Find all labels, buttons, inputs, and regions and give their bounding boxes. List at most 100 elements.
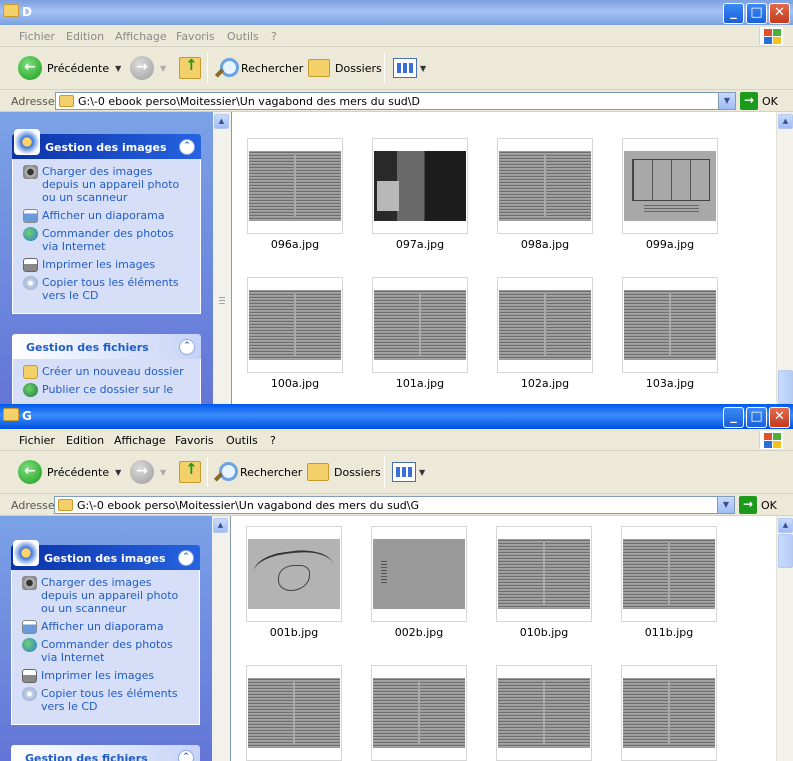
scroll-up-icon[interactable]: ▲: [778, 114, 793, 129]
close-button[interactable]: ✕: [769, 3, 790, 24]
address-label: Adresse: [11, 499, 55, 512]
maximize-button[interactable]: □: [746, 407, 767, 428]
file-thumbnail[interactable]: 096a.jpg: [247, 138, 343, 251]
task-new-folder[interactable]: Créer un nouveau dossier: [21, 365, 192, 379]
file-thumbnail[interactable]: 100a.jpg: [247, 277, 343, 390]
scroll-up-icon[interactable]: ▲: [778, 518, 793, 533]
collapse-icon[interactable]: ⌃: [178, 750, 194, 761]
minimize-button[interactable]: _: [723, 3, 744, 24]
image-tasks-title: Gestion des images: [45, 141, 167, 154]
up-folder-button[interactable]: [179, 55, 201, 81]
folders-button[interactable]: Dossiers: [307, 459, 381, 485]
scroll-up-icon[interactable]: ▲: [214, 114, 229, 129]
chevron-down-icon[interactable]: ▼: [115, 64, 121, 73]
file-tasks-title: Gestion des fichiers: [26, 341, 149, 354]
maximize-button[interactable]: □: [746, 3, 767, 24]
menu-favoris[interactable]: Favoris: [176, 30, 215, 43]
task-publish[interactable]: Publier ce dossier sur le: [21, 383, 192, 397]
file-thumbnail[interactable]: 099a.jpg: [622, 138, 718, 251]
folder-icon: [58, 499, 73, 511]
task-import-camera[interactable]: Charger des images depuis un appareil ph…: [21, 165, 192, 204]
chevron-down-icon[interactable]: ▼: [160, 64, 166, 73]
task-pane-scrollbar[interactable]: ▲: [213, 112, 231, 404]
task-slideshow[interactable]: Afficher un diaporama: [20, 620, 191, 634]
task-copy-cd[interactable]: Copier tous les éléments vers le CD: [21, 276, 192, 302]
thumbnail-image: [623, 539, 715, 609]
file-thumbnail[interactable]: 001b.jpg: [246, 526, 342, 639]
back-button[interactable]: ← Précédente ▼: [18, 55, 121, 81]
forward-arrow-icon: →: [130, 460, 154, 484]
address-input[interactable]: G:\-0 ebook perso\Moitessier\Un vagabond…: [54, 496, 735, 514]
collapse-icon[interactable]: ⌃: [179, 139, 195, 155]
file-thumbnail[interactable]: 011b.jpg: [621, 526, 717, 639]
views-button[interactable]: ▼: [393, 55, 426, 81]
task-import-camera[interactable]: Charger des images depuis un appareil ph…: [20, 576, 191, 615]
menu-affichage[interactable]: Affichage: [114, 434, 166, 447]
chevron-down-icon[interactable]: ▼: [717, 497, 734, 513]
task-pane-scrollbar[interactable]: ▲: [212, 516, 230, 761]
scroll-thumb[interactable]: [778, 534, 793, 568]
chevron-down-icon[interactable]: ▼: [718, 93, 735, 109]
scroll-grip[interactable]: [219, 297, 225, 305]
forward-button[interactable]: → ▼: [130, 459, 166, 485]
folders-button[interactable]: Dossiers: [308, 55, 382, 81]
menu-help[interactable]: ?: [270, 434, 276, 447]
thumbnail-image: [248, 678, 340, 748]
search-button[interactable]: Rechercher: [213, 459, 302, 485]
file-thumbnail[interactable]: 103a.jpg: [622, 277, 718, 390]
menu-fichier[interactable]: Fichier: [19, 30, 55, 43]
image-tasks-header[interactable]: Gestion des images ⌃: [11, 540, 200, 570]
scroll-thumb[interactable]: [778, 370, 793, 404]
menu-outils[interactable]: Outils: [226, 434, 258, 447]
file-name: 099a.jpg: [645, 238, 695, 251]
menu-affichage[interactable]: Affichage: [115, 30, 167, 43]
task-print[interactable]: Imprimer les images: [20, 669, 191, 683]
file-thumbnail[interactable]: 002b.jpg: [371, 526, 467, 639]
file-thumbnail[interactable]: 101a.jpg: [372, 277, 468, 390]
image-tasks-header[interactable]: Gestion des images ⌃: [12, 129, 201, 159]
folders-label: Dossiers: [334, 465, 381, 479]
minimize-button[interactable]: _: [723, 407, 744, 428]
windows-logo-icon: [759, 431, 783, 449]
file-thumbnail[interactable]: [371, 665, 467, 761]
file-thumbnail[interactable]: 102a.jpg: [497, 277, 593, 390]
file-thumbnail[interactable]: 010b.jpg: [496, 526, 592, 639]
task-order-prints[interactable]: Commander des photos via Internet: [20, 638, 191, 664]
address-input[interactable]: G:\-0 ebook perso\Moitessier\Un vagabond…: [55, 92, 736, 110]
close-button[interactable]: ✕: [769, 407, 790, 428]
task-slideshow[interactable]: Afficher un diaporama: [21, 209, 192, 223]
file-thumbnail[interactable]: [621, 665, 717, 761]
collapse-icon[interactable]: ⌃: [178, 550, 194, 566]
task-copy-cd[interactable]: Copier tous les éléments vers le CD: [20, 687, 191, 713]
file-tasks-header[interactable]: Gestion des fichiers ⌃: [12, 334, 201, 359]
menu-fichier[interactable]: Fichier: [19, 434, 55, 447]
views-button[interactable]: ▼: [392, 459, 425, 485]
file-thumbnail[interactable]: [496, 665, 592, 761]
menu-help[interactable]: ?: [271, 30, 277, 43]
menu-edition[interactable]: Edition: [66, 434, 104, 447]
scroll-up-icon[interactable]: ▲: [213, 518, 228, 533]
back-button[interactable]: ← Précédente ▼: [18, 459, 121, 485]
menu-outils[interactable]: Outils: [227, 30, 259, 43]
menu-edition[interactable]: Edition: [66, 30, 104, 43]
task-print[interactable]: Imprimer les images: [21, 258, 192, 272]
file-thumbnail[interactable]: 097a.jpg: [372, 138, 468, 251]
file-thumbnail[interactable]: 098a.jpg: [497, 138, 593, 251]
file-tasks-header[interactable]: Gestion des fichiers ⌃: [11, 745, 200, 761]
task-order-prints[interactable]: Commander des photos via Internet: [21, 227, 192, 253]
file-view-scrollbar[interactable]: ▲: [776, 112, 793, 404]
folder-icon: [3, 4, 19, 17]
go-button[interactable]: → OK: [740, 92, 778, 110]
up-folder-button[interactable]: [179, 459, 201, 485]
go-button[interactable]: → OK: [739, 496, 777, 514]
title-bar[interactable]: D _ □ ✕: [0, 0, 793, 25]
file-view-scrollbar[interactable]: ▲: [776, 516, 793, 761]
title-bar[interactable]: G _ □ ✕: [0, 404, 793, 429]
menu-favoris[interactable]: Favoris: [175, 434, 214, 447]
chevron-down-icon[interactable]: ▼: [160, 468, 166, 477]
collapse-icon[interactable]: ⌃: [179, 339, 195, 355]
file-thumbnail[interactable]: [246, 665, 342, 761]
forward-button[interactable]: → ▼: [130, 55, 166, 81]
search-button[interactable]: Rechercher: [214, 55, 303, 81]
chevron-down-icon[interactable]: ▼: [115, 468, 121, 477]
